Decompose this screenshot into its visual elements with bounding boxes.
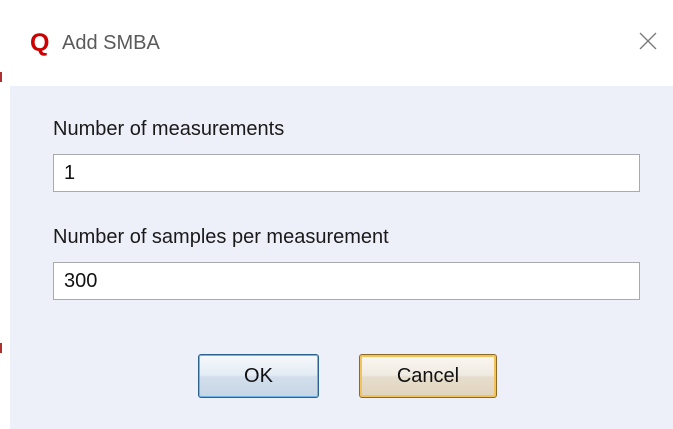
add-smba-dialog: Q Add SMBA Number of measurements Number…	[0, 0, 673, 429]
close-button[interactable]	[633, 26, 663, 56]
dialog-title: Add SMBA	[62, 32, 160, 54]
app-logo-icon: Q	[30, 29, 50, 57]
samples-input[interactable]	[53, 262, 640, 300]
close-icon	[639, 32, 657, 50]
title-bar[interactable]: Q Add SMBA	[10, 0, 673, 86]
background-window-edge	[0, 0, 10, 429]
dialog-content: Number of measurements Number of samples…	[10, 86, 673, 429]
edge-mark	[0, 72, 2, 82]
measurements-label: Number of measurements	[53, 118, 285, 140]
edge-mark	[0, 343, 2, 353]
samples-label: Number of samples per measurement	[53, 226, 389, 248]
measurements-input[interactable]	[53, 154, 640, 192]
ok-button[interactable]: OK	[198, 354, 319, 398]
cancel-button[interactable]: Cancel	[359, 354, 497, 398]
